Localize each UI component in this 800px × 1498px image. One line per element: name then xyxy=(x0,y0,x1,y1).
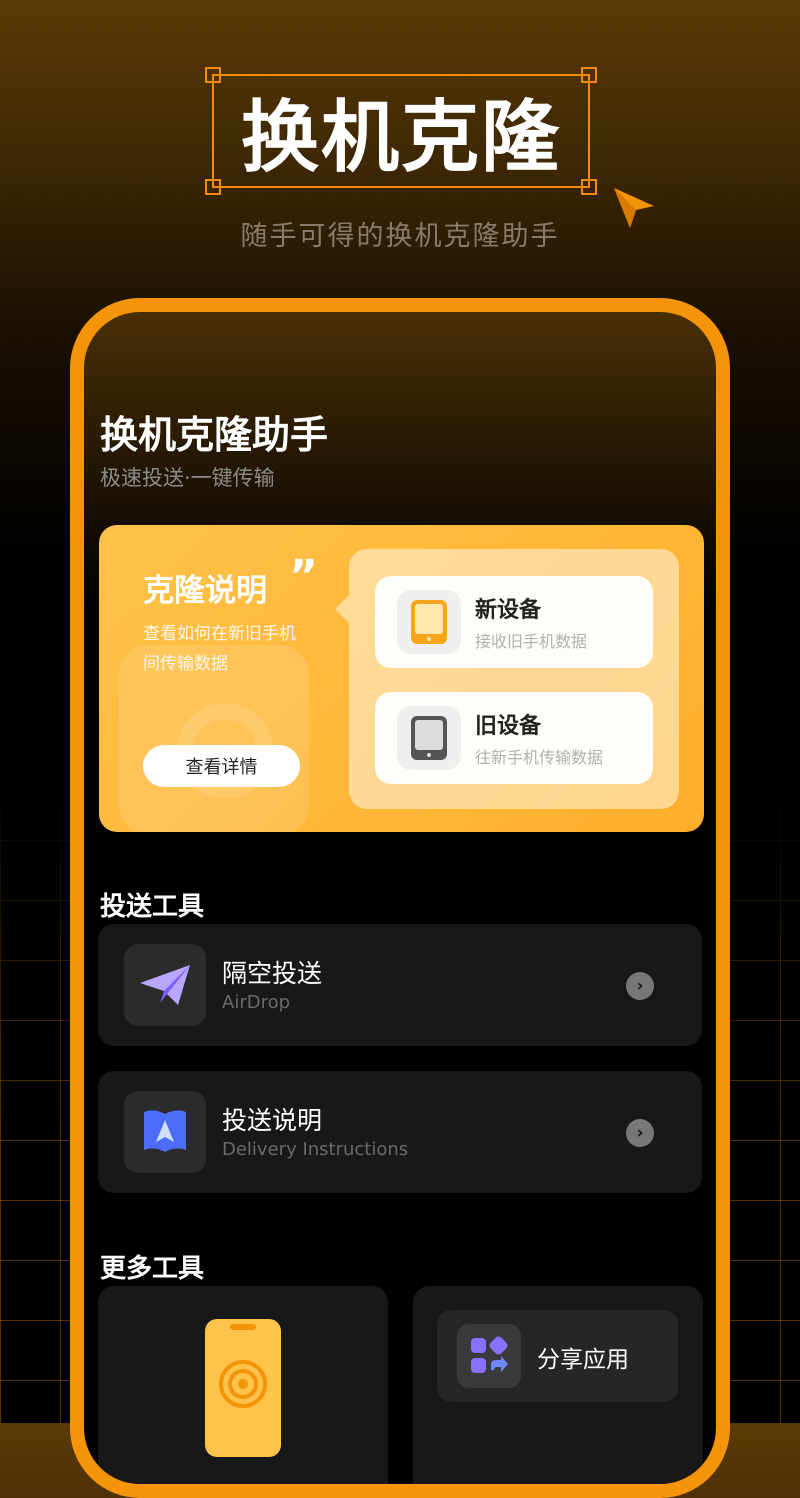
chevron-right-icon: › xyxy=(626,1119,654,1147)
share-app-label: 分享应用 xyxy=(537,1347,629,1373)
delivery-instructions-row[interactable]: 投送说明 Delivery Instructions › xyxy=(98,1071,702,1193)
tool-subtitle: AirDrop xyxy=(222,992,291,1013)
tablet-orange-icon xyxy=(397,590,461,654)
hero-subtitle: 随手可得的换机克隆助手 xyxy=(240,221,560,252)
banner-description: 查看如何在新旧手机间传输数据 xyxy=(143,624,296,674)
phone-mockup: 换机克隆助手 极速投送·一键传输 克隆说明 ” 查看如何在新旧手机间传输数据 查… xyxy=(70,298,730,1498)
tool-name: 投送说明 xyxy=(222,1106,323,1135)
device-name: 新设备 xyxy=(475,598,542,623)
airdrop-row[interactable]: 隔空投送 AirDrop › xyxy=(98,924,702,1046)
device-description: 接收旧手机数据 xyxy=(475,632,588,651)
phone-scan-card[interactable] xyxy=(98,1286,388,1484)
chevron-right-icon: › xyxy=(626,972,654,1000)
tablet-gray-icon xyxy=(397,706,461,770)
paper-plane-icon xyxy=(124,944,206,1026)
new-device-card[interactable]: 新设备 接收旧手机数据 xyxy=(375,576,653,668)
app-subtitle: 极速投送·一键传输 xyxy=(100,466,275,490)
panel-pointer xyxy=(335,595,349,623)
phone-signal-icon xyxy=(205,1319,281,1457)
delivery-tools-title: 投送工具 xyxy=(100,892,205,922)
frame-corner xyxy=(581,67,597,83)
view-details-button[interactable]: 查看详情 xyxy=(143,745,300,787)
device-description: 往新手机传输数据 xyxy=(475,748,604,767)
app-title: 换机克隆助手 xyxy=(100,413,329,457)
old-device-card[interactable]: 旧设备 往新手机传输数据 xyxy=(375,692,653,784)
device-name: 旧设备 xyxy=(475,714,542,739)
apps-share-icon xyxy=(457,1324,521,1388)
share-app-card[interactable]: 分享应用 xyxy=(413,1286,703,1484)
book-icon xyxy=(124,1091,206,1173)
frame-corner xyxy=(205,179,221,195)
banner-title: 克隆说明 xyxy=(143,573,267,609)
hero-title: 换机克隆 xyxy=(240,93,561,183)
clone-guide-banner[interactable]: 克隆说明 ” 查看如何在新旧手机间传输数据 查看详情 新设备 接收旧手机数据 旧… xyxy=(99,525,704,832)
tool-subtitle: Delivery Instructions xyxy=(222,1139,409,1160)
tool-name: 隔空投送 xyxy=(222,959,323,988)
share-app-button[interactable]: 分享应用 xyxy=(437,1310,678,1402)
quote-icon: ” xyxy=(289,551,318,602)
more-tools-title: 更多工具 xyxy=(100,1254,205,1284)
device-panel: 新设备 接收旧手机数据 旧设备 往新手机传输数据 xyxy=(335,549,679,809)
frame-corner xyxy=(581,179,597,195)
hero-title-frame: 换机克隆 xyxy=(205,67,597,195)
frame-corner xyxy=(205,67,221,83)
